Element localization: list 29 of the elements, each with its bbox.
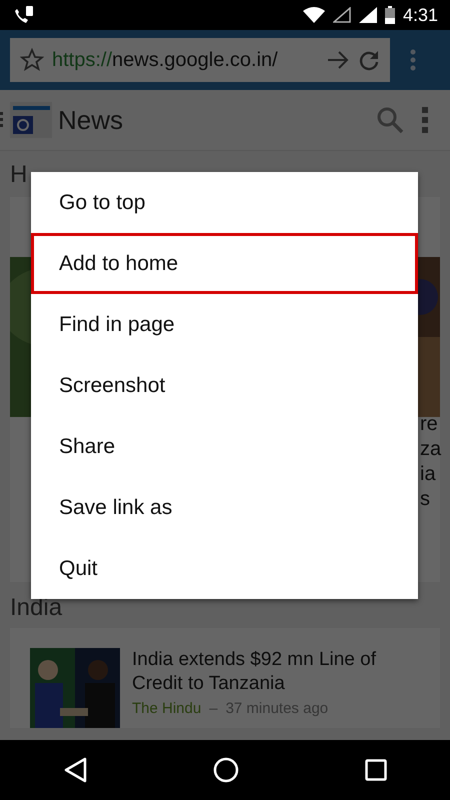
reload-icon[interactable] <box>358 49 380 71</box>
clock: 4:31 <box>402 4 438 26</box>
battery-icon <box>384 6 395 24</box>
phone-icon <box>12 5 34 25</box>
wifi-icon <box>302 7 325 23</box>
separator-dash: – <box>209 700 218 717</box>
star-icon[interactable] <box>20 48 44 72</box>
menu-item[interactable]: Share <box>31 416 418 477</box>
menu-item[interactable]: Save link as <box>31 477 418 538</box>
menu-item[interactable]: Quit <box>31 538 418 599</box>
headline-fragment: s <box>420 487 430 512</box>
back-button[interactable] <box>63 757 87 783</box>
recents-button[interactable] <box>365 759 387 781</box>
headline-fragment: ia <box>420 462 436 487</box>
headline-fragment: za <box>420 437 442 462</box>
menu-item[interactable]: Add to home <box>31 233 418 294</box>
menu-item[interactable]: Screenshot <box>31 355 418 416</box>
url-text: https://news.google.co.in/ <box>52 48 279 72</box>
story-source: The Hindu <box>132 700 202 717</box>
section-title: H <box>10 160 28 190</box>
signal-icon <box>358 7 377 23</box>
home-button[interactable] <box>213 757 239 783</box>
menu-item[interactable]: Go to top <box>31 172 418 233</box>
arrow-icon[interactable] <box>326 50 350 70</box>
app-title: News <box>58 104 124 136</box>
search-icon[interactable] <box>376 106 404 134</box>
headline-fragment: re <box>420 412 438 437</box>
menu-item[interactable]: Find in page <box>31 294 418 355</box>
signal-icon <box>332 7 351 23</box>
